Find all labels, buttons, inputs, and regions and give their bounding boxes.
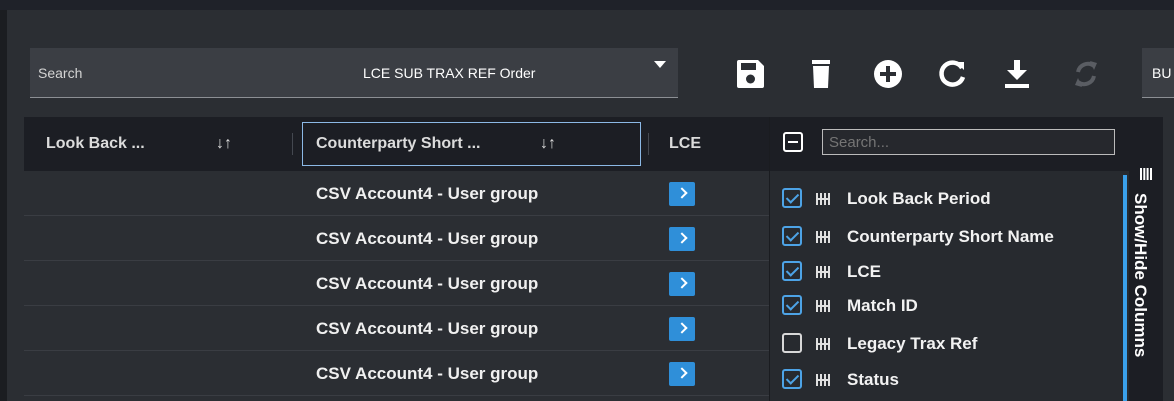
drag-handle-icon[interactable]: [816, 266, 830, 278]
column-option-label: Status: [847, 370, 899, 389]
column-header-lce[interactable]: LCE: [649, 117, 769, 171]
checkbox[interactable]: [782, 226, 802, 246]
select-all-checkbox[interactable]: [783, 132, 803, 152]
bulk-button-label: BU: [1152, 65, 1172, 81]
column-option-label: Match ID: [847, 296, 918, 315]
grid-header: Look Back ... ↓↑ Counterparty Short ... …: [24, 117, 769, 171]
chevron-down-icon[interactable]: [654, 61, 666, 68]
search-label: Search: [38, 65, 83, 81]
right-edge: [1163, 117, 1174, 401]
checkbox[interactable]: [782, 369, 802, 389]
counterparty-cell: CSV Account4 - User group: [316, 274, 539, 293]
delete-icon[interactable]: [805, 58, 837, 90]
drag-handle-icon[interactable]: [816, 300, 830, 312]
drag-handle-icon[interactable]: [816, 374, 830, 386]
chevron-right-icon[interactable]: [669, 362, 695, 386]
chevron-right-icon[interactable]: [669, 272, 695, 296]
bulk-button[interactable]: BU: [1142, 48, 1174, 98]
table-row[interactable]: CSV Account4 - User group: [24, 171, 769, 216]
column-header-label: Counterparty Short ...: [316, 135, 481, 152]
download-icon[interactable]: [1001, 58, 1033, 90]
view-select[interactable]: Search LCE SUB TRAX REF Order: [30, 48, 678, 98]
table-row[interactable]: CSV Account4 - User group: [24, 261, 769, 306]
columns-icon: [1140, 168, 1152, 180]
column-search-input[interactable]: [822, 129, 1115, 155]
column-divider[interactable]: [292, 133, 293, 155]
drag-handle-icon[interactable]: [816, 231, 830, 243]
counterparty-cell: CSV Account4 - User group: [316, 364, 539, 383]
sync-icon: [1070, 58, 1102, 90]
column-option-label: Legacy Trax Ref: [847, 334, 978, 353]
table-row[interactable]: CSV Account4 - User group: [24, 216, 769, 261]
sort-icon[interactable]: ↓↑: [540, 135, 556, 153]
counterparty-cell: CSV Account4 - User group: [316, 229, 539, 248]
scrollbar[interactable]: [1123, 175, 1127, 401]
drag-handle-icon[interactable]: [816, 193, 830, 205]
add-icon[interactable]: [872, 58, 904, 90]
column-option-label: Look Back Period: [847, 189, 991, 208]
column-option-label: Counterparty Short Name: [847, 227, 1054, 246]
chevron-right-icon[interactable]: [669, 182, 695, 206]
column-header-counterparty[interactable]: Counterparty Short ... ↓↑: [302, 122, 641, 166]
column-header-look-back[interactable]: Look Back ... ↓↑: [24, 117, 292, 171]
refresh-icon[interactable]: [936, 58, 968, 90]
sort-icon[interactable]: ↓↑: [216, 135, 232, 153]
side-tab-label: Show/Hide Columns: [1131, 193, 1150, 358]
chevron-right-icon[interactable]: [669, 317, 695, 341]
checkbox[interactable]: [782, 295, 802, 315]
view-name: LCE SUB TRAX REF Order: [363, 65, 536, 81]
counterparty-cell: CSV Account4 - User group: [316, 319, 539, 338]
column-option-label: LCE: [847, 262, 881, 281]
top-bar: [0, 0, 1174, 10]
chevron-right-icon[interactable]: [669, 227, 695, 251]
column-chooser-header: [770, 117, 1130, 171]
grid-body: CSV Account4 - User group CSV Account4 -…: [24, 171, 769, 401]
checkbox[interactable]: [782, 333, 802, 353]
checkbox[interactable]: [782, 261, 802, 281]
checkbox[interactable]: [782, 188, 802, 208]
column-header-label: Look Back ...: [46, 135, 145, 152]
table-row[interactable]: CSV Account4 - User group: [24, 306, 769, 351]
table-row[interactable]: CSV Account4 - User group: [24, 351, 769, 396]
drag-handle-icon[interactable]: [816, 338, 830, 350]
counterparty-cell: CSV Account4 - User group: [316, 184, 539, 203]
column-header-label: LCE: [669, 135, 701, 152]
show-hide-columns-tab[interactable]: Show/Hide Columns: [1129, 117, 1163, 401]
save-icon[interactable]: [734, 58, 766, 90]
left-edge: [0, 10, 7, 401]
column-chooser-panel: Look Back Period Counterparty Short Name…: [769, 117, 1130, 401]
